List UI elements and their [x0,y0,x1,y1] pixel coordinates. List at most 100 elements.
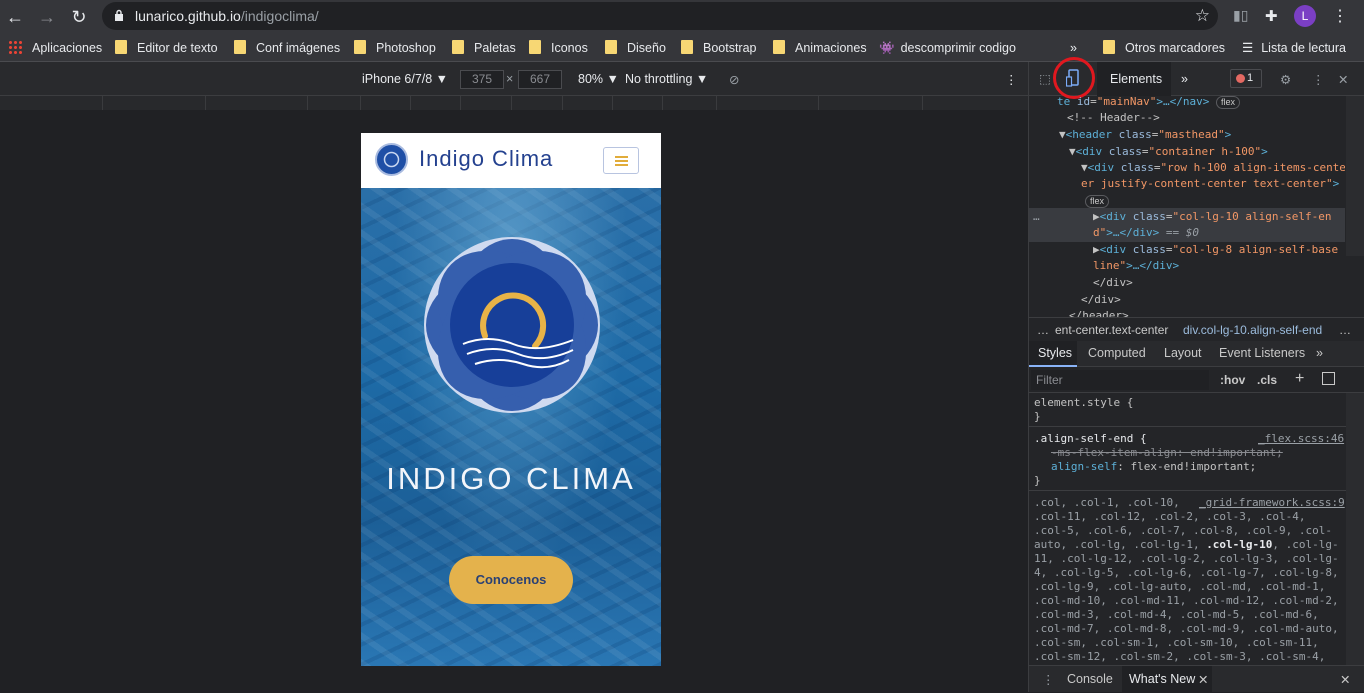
code-line[interactable]: ▼<div class="row h-100 align-items-cente… [1081,161,1345,174]
flex-badge[interactable]: flex [1215,96,1240,109]
code-line-selected[interactable]: ▶<div class="col-lg-10 align-self-en [1093,210,1331,223]
code-line[interactable]: <!-- Header--> [1067,111,1160,124]
style-selector-line: .col-lg-9, .col-lg-auto, .col-md, .col-m… [1034,580,1326,593]
code-line[interactable]: line">…</div> [1093,259,1179,272]
tab-computed[interactable]: Computed [1088,346,1146,360]
style-declaration[interactable]: align-self: flex-end!important; [1051,460,1256,473]
code-line[interactable]: </header> [1069,309,1129,317]
brand-logo-icon[interactable] [375,143,408,176]
folder-icon [115,40,127,54]
bookmark-apps[interactable]: Aplicaciones [8,39,102,57]
back-arrow-icon[interactable]: ← [2,4,28,30]
style-rule-line: } [1034,410,1041,423]
settings-gear-icon[interactable]: ⚙ [1280,72,1291,87]
bookmark-folder[interactable]: Editor de texto [115,39,218,57]
style-source-link[interactable]: _flex.scss:46 [1258,432,1344,445]
breadcrumb-more[interactable]: … [1037,323,1049,337]
code-line[interactable]: ▶<div class="col-lg-8 align-self-base [1093,243,1338,256]
styles-scrollbar[interactable] [1346,393,1364,665]
other-bookmarks[interactable]: Otros marcadores [1103,39,1225,57]
more-tabs-button[interactable]: » [1181,72,1188,86]
extension-icon[interactable]: ▮▯ [1233,7,1248,24]
tab-elements[interactable]: Elements [1110,72,1162,86]
code-line-selected[interactable]: d">…</div> == $0 [1093,226,1199,239]
breadcrumb-item[interactable]: ent-center.text-center [1055,323,1168,337]
styles-filter-bar: Filter :hov .cls + [1029,367,1364,393]
cls-toggle[interactable]: .cls [1257,373,1277,387]
code-line[interactable]: </div> [1093,276,1133,289]
bookmark-folder[interactable]: Animaciones [773,39,867,57]
code-line[interactable]: ▼<header class="masthead"> [1059,128,1231,141]
code-line[interactable]: er justify-content-center text-center"> [1081,177,1339,190]
folder-icon [234,40,246,54]
bookmark-folder[interactable]: Photoshop [354,39,436,57]
filter-placeholder: Filter [1036,373,1063,387]
style-rule-line: } [1034,474,1041,487]
tab-layout[interactable]: Layout [1164,346,1202,360]
node-ellipsis[interactable]: … [1033,210,1040,223]
elements-tree[interactable]: te id="mainNav">…</nav> flex <!-- Header… [1029,96,1345,317]
hero-title: INDIGO CLIMA [386,461,636,496]
code-line[interactable]: ▼<div class="container h-100"> [1069,145,1268,158]
style-selector-line[interactable]: .col, .col-1, .col-10, [1034,496,1180,509]
code-line[interactable]: flex [1085,194,1110,208]
close-devtools-icon[interactable]: ✕ [1338,72,1348,87]
style-selector-line: 4, .col-lg-5, .col-lg-6, .col-lg-7, .col… [1034,566,1339,579]
code-line[interactable]: </div> [1081,293,1121,306]
rotate-icon[interactable]: ⊘ [729,72,739,87]
zoom-select[interactable]: 80% ▼ [578,72,619,86]
code-line[interactable]: te id="mainNav">…</nav> flex [1057,96,1240,109]
tab-console[interactable]: Console [1067,672,1113,686]
style-selector-line: .col-md-10, .col-md-11, .col-md-12, .col… [1034,594,1339,607]
toggle-sidebar-icon[interactable] [1322,372,1335,385]
browser-menu-icon[interactable]: ⋮ [1332,6,1348,26]
style-rule-line[interactable]: element.style { [1034,396,1133,409]
devtools-menu-icon[interactable]: ⋮ [1312,72,1325,87]
breadcrumb-item-active[interactable]: div.col-lg-10.align-self-end [1183,323,1322,337]
folder-icon [605,40,617,54]
bookmarks-overflow-button[interactable]: » [1070,39,1077,57]
media-query-ruler[interactable] [0,96,1028,110]
inspect-element-icon[interactable]: ⬚ [1039,71,1051,86]
bookmark-link[interactable]: 👾 descomprimir codigo [879,39,1016,57]
tab-event-listeners[interactable]: Event Listeners [1219,346,1305,360]
device-toolbar-menu-icon[interactable]: ⋮ [1005,72,1018,87]
device-select[interactable]: iPhone 6/7/8 ▼ [362,72,448,86]
drawer-menu-icon[interactable]: ⋮ [1042,672,1055,687]
add-rule-icon[interactable]: + [1295,370,1304,388]
hov-toggle[interactable]: :hov [1220,373,1245,387]
bookmark-star-icon[interactable]: ☆ [1195,6,1210,26]
bookmark-folder[interactable]: Diseño [605,39,666,57]
styles-pane: element.style { } .align-self-end { _fle… [1029,393,1347,665]
bookmark-folder[interactable]: Bootstrap [681,39,757,57]
throttling-select[interactable]: No throttling ▼ [625,72,708,86]
error-count-badge[interactable]: 1 [1230,69,1262,88]
reading-list[interactable]: ☰ Lista de lectura [1242,39,1346,57]
profile-avatar[interactable]: L [1294,5,1316,27]
bookmark-folder[interactable]: Iconos [529,39,588,57]
style-source-link[interactable]: _grid-framework.scss:9 [1199,496,1345,509]
hamburger-menu-button[interactable] [603,147,639,174]
style-declaration-overridden[interactable]: -ms-flex-item-align: end!important; [1051,446,1283,459]
tab-styles[interactable]: Styles [1038,346,1072,360]
breadcrumb-more[interactable]: … [1339,323,1351,337]
more-subtabs-button[interactable]: » [1316,346,1323,360]
elements-scrollbar[interactable] [1346,96,1364,256]
close-tab-icon[interactable]: ✕ [1198,672,1208,687]
conocenos-button[interactable]: Conocenos [449,556,573,604]
forward-arrow-icon[interactable]: → [34,4,60,30]
brand-name[interactable]: Indigo Clima [419,146,553,172]
alien-icon: 👾 [879,41,895,55]
viewport-height-input[interactable]: 667 [518,70,562,89]
puzzle-extensions-icon[interactable]: ✚ [1265,7,1278,25]
bookmark-folder[interactable]: Paletas [452,39,516,57]
style-rule-line[interactable]: .align-self-end { [1034,432,1147,445]
address-bar[interactable]: lunarico.github.io/indigoclima/ ☆ [102,2,1218,30]
bookmark-folder[interactable]: Conf imágenes [234,39,340,57]
folder-icon [681,40,693,54]
tab-whats-new[interactable]: What's New [1129,672,1195,686]
reload-icon[interactable]: ↻ [66,4,92,30]
viewport-width-input[interactable]: 375 [460,70,504,89]
flex-badge[interactable]: flex [1085,195,1110,208]
close-drawer-icon[interactable]: ✕ [1340,672,1350,687]
